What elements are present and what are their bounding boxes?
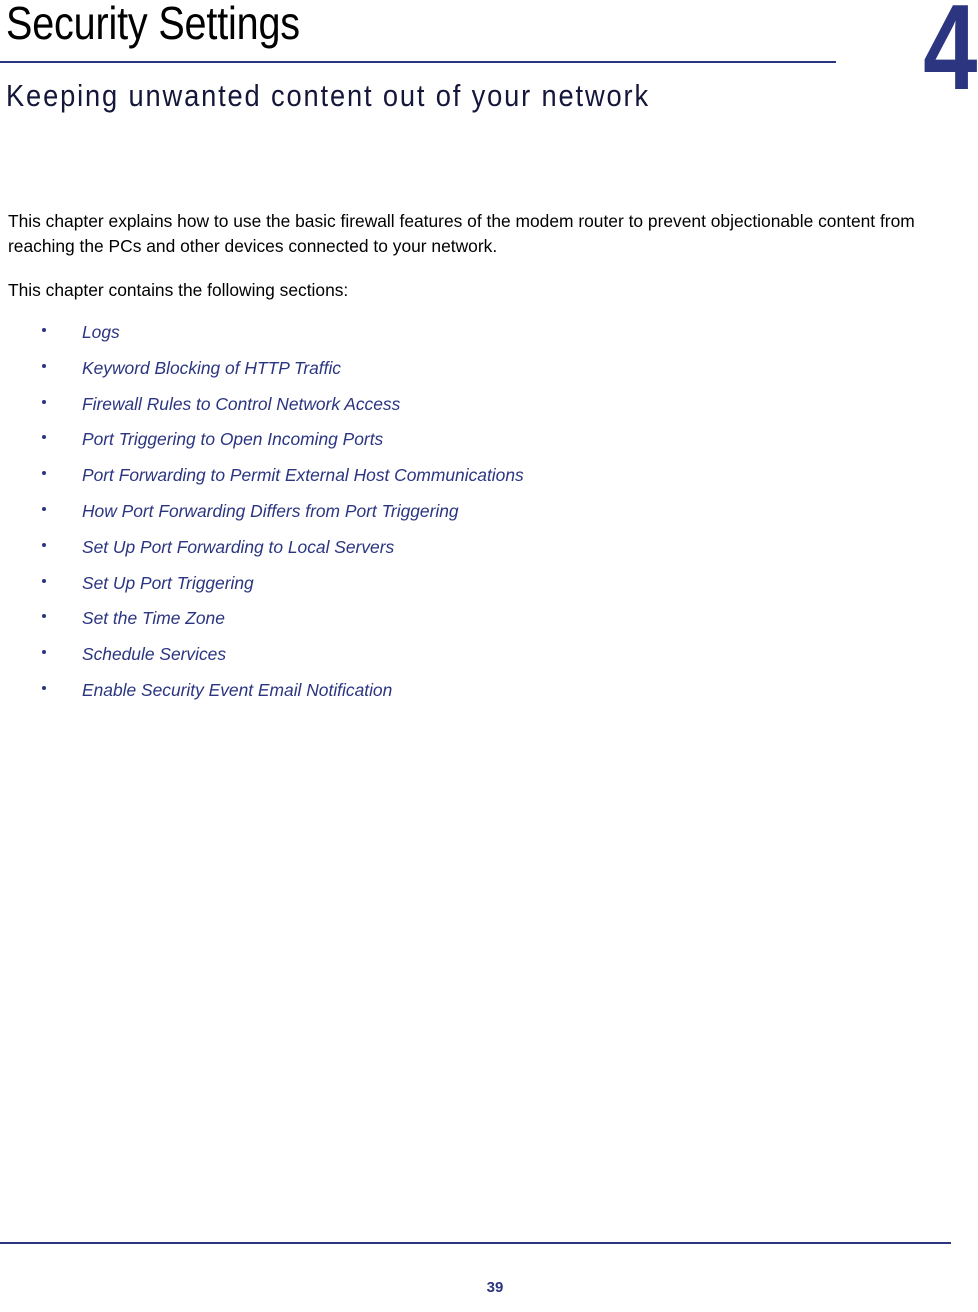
section-link[interactable]: Port Triggering to Open Incoming Ports: [82, 429, 383, 449]
bullet-icon: [42, 578, 46, 583]
section-link[interactable]: How Port Forwarding Differs from Port Tr…: [82, 501, 459, 521]
footer-divider: [0, 1242, 951, 1244]
section-link[interactable]: Schedule Services: [82, 644, 226, 664]
section-link[interactable]: Firewall Rules to Control Network Access: [82, 394, 400, 414]
chapter-number: 4: [923, 0, 977, 115]
page-title: Security Settings: [6, 0, 300, 49]
list-item[interactable]: Port Triggering to Open Incoming Ports: [0, 426, 930, 462]
list-item[interactable]: Schedule Services: [0, 641, 930, 677]
document-page: Security Settings 4 Keeping unwanted con…: [0, 0, 978, 1312]
section-link[interactable]: Keyword Blocking of HTTP Traffic: [82, 358, 341, 378]
bullet-icon: [42, 399, 46, 404]
intro-paragraph-2: This chapter contains the following sect…: [8, 280, 349, 300]
section-link[interactable]: Set Up Port Forwarding to Local Servers: [82, 537, 394, 557]
section-link[interactable]: Set Up Port Triggering: [82, 573, 254, 593]
page-subtitle: Keeping unwanted content out of your net…: [6, 78, 650, 113]
bullet-icon: [42, 363, 46, 368]
list-item[interactable]: Logs: [0, 319, 930, 355]
header-divider: [0, 61, 836, 63]
bullet-icon: [42, 685, 46, 690]
page-number: 39: [486, 1279, 504, 1296]
bullet-icon: [42, 506, 46, 511]
section-link[interactable]: Set the Time Zone: [82, 608, 225, 628]
section-link[interactable]: Enable Security Event Email Notification: [82, 680, 392, 700]
section-link[interactable]: Logs: [82, 322, 120, 342]
bullet-icon: [42, 614, 46, 619]
bullet-icon: [42, 328, 46, 332]
list-item[interactable]: Set Up Port Forwarding to Local Servers: [0, 534, 930, 570]
bullet-icon: [42, 542, 46, 547]
list-item[interactable]: Keyword Blocking of HTTP Traffic: [0, 355, 930, 391]
list-item[interactable]: How Port Forwarding Differs from Port Tr…: [0, 498, 930, 534]
list-item[interactable]: Enable Security Event Email Notification: [0, 677, 930, 713]
bullet-icon: [42, 650, 46, 655]
list-item[interactable]: Firewall Rules to Control Network Access: [0, 391, 930, 427]
list-item[interactable]: Set the Time Zone: [0, 605, 930, 641]
list-item[interactable]: Port Forwarding to Permit External Host …: [0, 462, 930, 498]
bullet-icon: [42, 471, 46, 476]
intro-text-block: This chapter explains how to use the bas…: [8, 209, 938, 303]
bullet-icon: [42, 435, 46, 440]
list-item[interactable]: Set Up Port Triggering: [0, 570, 930, 606]
intro-paragraph-1: This chapter explains how to use the bas…: [8, 211, 915, 256]
section-list: Logs Keyword Blocking of HTTP Traffic Fi…: [0, 319, 930, 713]
section-link[interactable]: Port Forwarding to Permit External Host …: [82, 465, 524, 485]
